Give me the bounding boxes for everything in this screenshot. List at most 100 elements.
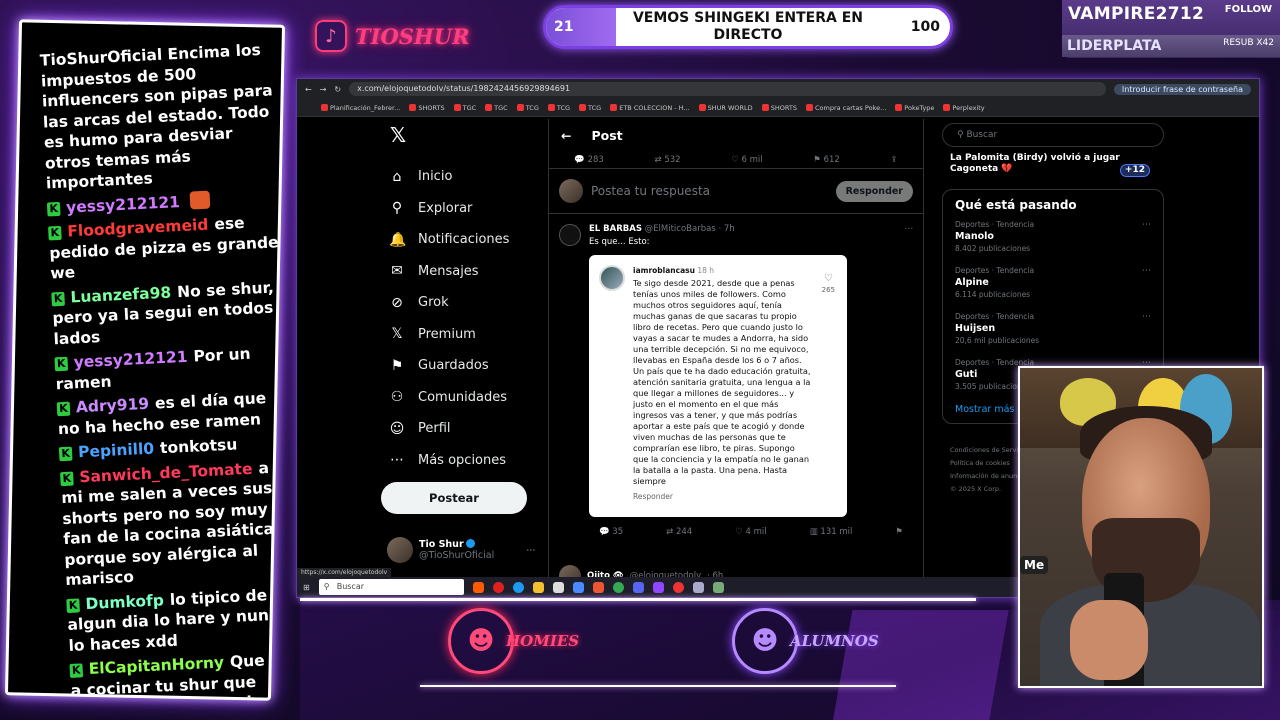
taskbar-search[interactable]: ⚲ Buscar bbox=[318, 579, 464, 595]
edge-icon[interactable] bbox=[512, 581, 524, 593]
sidebar-item-label: Guardados bbox=[418, 358, 489, 374]
neon-line bbox=[300, 598, 976, 601]
app-icon[interactable] bbox=[712, 581, 724, 593]
bookmark-item[interactable]: ETB COLECCION - H... bbox=[610, 103, 690, 112]
embedded-image[interactable]: iamroblancasu 18 h Te sigo desde 2021, d… bbox=[589, 255, 847, 517]
opera-icon[interactable] bbox=[492, 581, 504, 593]
post-column: ← Post 💬 283 ⇄ 532 ♡ 6 mil ⚑ 612 ⇪ Poste… bbox=[548, 119, 924, 579]
back-arrow-icon[interactable]: ← bbox=[561, 128, 571, 143]
goal-title: VEMOS SHINGEKI ENTERA EN DIRECTO bbox=[632, 10, 864, 43]
tweet-author[interactable]: EL BARBAS bbox=[589, 224, 642, 234]
bookmark-item[interactable]: SHORTS bbox=[761, 103, 797, 112]
bookmark-icon[interactable]: ⚑ bbox=[895, 527, 903, 537]
brave-icon[interactable] bbox=[472, 581, 484, 593]
password-chip[interactable]: Introducir frase de contraseña bbox=[1113, 83, 1251, 95]
tweet-actions: 💬 35 ⇄ 244 ♡ 4 mil ▥ 131 mil ⚑ bbox=[599, 527, 903, 537]
sidebar-item-premium[interactable]: 𝕏 Premium bbox=[382, 319, 542, 351]
reply-button[interactable]: Responder bbox=[835, 180, 913, 202]
chat-username[interactable]: yessy212121 bbox=[66, 193, 181, 217]
forward-icon[interactable]: → bbox=[320, 85, 327, 94]
reply-action[interactable]: 💬 35 bbox=[599, 527, 623, 537]
reply-tweet[interactable]: EL BARBAS @ElMiticoBarbas · 7h ⋯ Es que.… bbox=[549, 214, 923, 537]
discord-icon[interactable] bbox=[632, 581, 644, 593]
bookmark-item[interactable]: SHUR WORLD bbox=[698, 103, 753, 112]
bookmark-item[interactable]: TCG bbox=[579, 103, 601, 112]
trend-item[interactable]: Deportes · Tendencia Manolo 8.402 publicac… bbox=[955, 220, 1151, 253]
reload-icon[interactable]: ↻ bbox=[334, 85, 341, 94]
chat-username[interactable]: Dumkofp bbox=[85, 591, 164, 613]
bookmark-item[interactable]: Planificación_Febrer... bbox=[321, 103, 400, 112]
sidebar-item-comunidades[interactable]: ⚇ Comunidades bbox=[382, 382, 542, 414]
more-icon[interactable]: ⋯ bbox=[1142, 312, 1151, 322]
chat-username[interactable]: Luanzefa98 bbox=[70, 283, 171, 306]
bookmark-item[interactable]: TGC bbox=[453, 103, 476, 112]
share-icon[interactable]: ⇪ bbox=[890, 155, 897, 165]
bookmark-favicon-icon bbox=[610, 103, 618, 111]
chat-message: TioShurOficial Encima los impuestos de 5… bbox=[39, 39, 278, 194]
sidebar-item-guardados[interactable]: ⚑ Guardados bbox=[382, 350, 542, 382]
tiktok-icon: ♪ bbox=[315, 20, 347, 52]
sidebar-item-más-opciones[interactable]: ⋯ Más opciones bbox=[382, 445, 542, 477]
tweet-handle[interactable]: @ElMiticoBarbas bbox=[645, 224, 716, 234]
account-switcher[interactable]: Tio Shur @TioShurOficial ⋯ bbox=[387, 537, 536, 563]
bookmark-item[interactable]: PokeType bbox=[895, 103, 934, 112]
sidebar-item-notificaciones[interactable]: 🔔 Notificaciones bbox=[382, 224, 542, 256]
back-icon[interactable]: ← bbox=[305, 85, 312, 94]
bookmark-favicon-icon bbox=[895, 103, 903, 111]
bookmark-item[interactable]: TCG bbox=[547, 103, 570, 112]
chat-username[interactable]: yessy212121 bbox=[73, 348, 188, 372]
app-icon[interactable] bbox=[692, 581, 704, 593]
sidebar-item-inicio[interactable]: ⌂ Inicio bbox=[382, 161, 542, 193]
more-icon[interactable]: ⋯ bbox=[526, 545, 536, 556]
pinned-trend[interactable]: La Palomita (Birdy) volvió a jugar Cagon… bbox=[950, 153, 1164, 177]
bookmark-item[interactable]: Perplexity bbox=[943, 103, 985, 112]
homies-logo: ☻ HOMIES bbox=[448, 608, 579, 674]
chat-messages: TioShurOficial Encima los impuestos de 5… bbox=[39, 39, 286, 701]
post-button[interactable]: Postear bbox=[381, 482, 527, 514]
repost-count[interactable]: ⇄ 532 bbox=[654, 155, 680, 165]
chat-message: K Adry919 es el día que no ha hecho ese ra… bbox=[56, 387, 285, 439]
mail-icon: ✉ bbox=[391, 263, 403, 280]
reply-count[interactable]: 💬 283 bbox=[574, 155, 604, 165]
like-count[interactable]: ♡ 6 mil bbox=[731, 155, 762, 165]
like-action[interactable]: ♡ 4 mil bbox=[735, 527, 766, 537]
reply-input[interactable]: Postea tu respuesta bbox=[591, 184, 828, 198]
bookmark-item[interactable]: Compra cartas Poke... bbox=[805, 103, 886, 112]
sidebar-item-perfil[interactable]: ☺ Perfil bbox=[382, 413, 542, 445]
views-action[interactable]: ▥ 131 mil bbox=[810, 527, 853, 537]
tweet-text: Es que... Esto: bbox=[589, 237, 650, 247]
pokeball-icon[interactable] bbox=[672, 581, 684, 593]
chat-username[interactable]: Adry919 bbox=[75, 395, 149, 417]
twitch-icon[interactable] bbox=[652, 581, 664, 593]
bookmark-item[interactable]: TCG bbox=[516, 103, 539, 112]
trend-item[interactable]: Deportes · Tendencia Alpine 6.114 publicac… bbox=[955, 266, 1151, 299]
x-logo-icon[interactable]: 𝕏 bbox=[382, 123, 542, 147]
more-icon[interactable]: ⋯ bbox=[1142, 266, 1151, 276]
sidebar-item-grok[interactable]: ⊘ Grok bbox=[382, 287, 542, 319]
post-stats: 💬 283 ⇄ 532 ♡ 6 mil ⚑ 612 ⇪ bbox=[549, 151, 923, 169]
sidebar-item-explorar[interactable]: ⚲ Explorar bbox=[382, 193, 542, 225]
trend-item[interactable]: Deportes · Tendencia Huijsen 20,6 mil publ… bbox=[955, 312, 1151, 345]
bookmark-favicon-icon bbox=[943, 103, 951, 111]
more-icon[interactable]: ⋯ bbox=[1142, 220, 1151, 230]
follower-name: VAMPIRE2712 bbox=[1068, 4, 1205, 24]
search-input[interactable]: ⚲ Buscar bbox=[942, 123, 1164, 147]
x-sidebar: 𝕏 ⌂ Inicio ⚲ Explorar 🔔 Notificaciones ✉ Mensaj… bbox=[381, 123, 542, 514]
url-input[interactable]: x.com/elojoquetodolv/status/198242445692… bbox=[349, 82, 1106, 96]
windows-start-icon[interactable]: ⊞ bbox=[303, 583, 310, 592]
bookmark-favicon-icon bbox=[409, 103, 417, 111]
bookmark-item[interactable]: TGC bbox=[485, 103, 508, 112]
repost-action[interactable]: ⇄ 244 bbox=[666, 527, 692, 537]
verified-icon bbox=[465, 539, 475, 548]
store-icon[interactable] bbox=[552, 581, 564, 593]
chrome-icon[interactable] bbox=[612, 581, 624, 593]
app-icon[interactable] bbox=[572, 581, 584, 593]
bookmark-item[interactable]: SHORTS bbox=[409, 103, 445, 112]
app-icon[interactable] bbox=[592, 581, 604, 593]
more-icon[interactable]: ⋯ bbox=[905, 224, 914, 234]
bookmark-count[interactable]: ⚑ 612 bbox=[813, 155, 840, 165]
alumnos-logo: ☻ ALUMNOS bbox=[732, 608, 879, 674]
sidebar-item-mensajes[interactable]: ✉ Mensajes bbox=[382, 256, 542, 288]
chat-username[interactable]: Pepinill0 bbox=[78, 440, 155, 462]
folder-icon[interactable] bbox=[532, 581, 544, 593]
